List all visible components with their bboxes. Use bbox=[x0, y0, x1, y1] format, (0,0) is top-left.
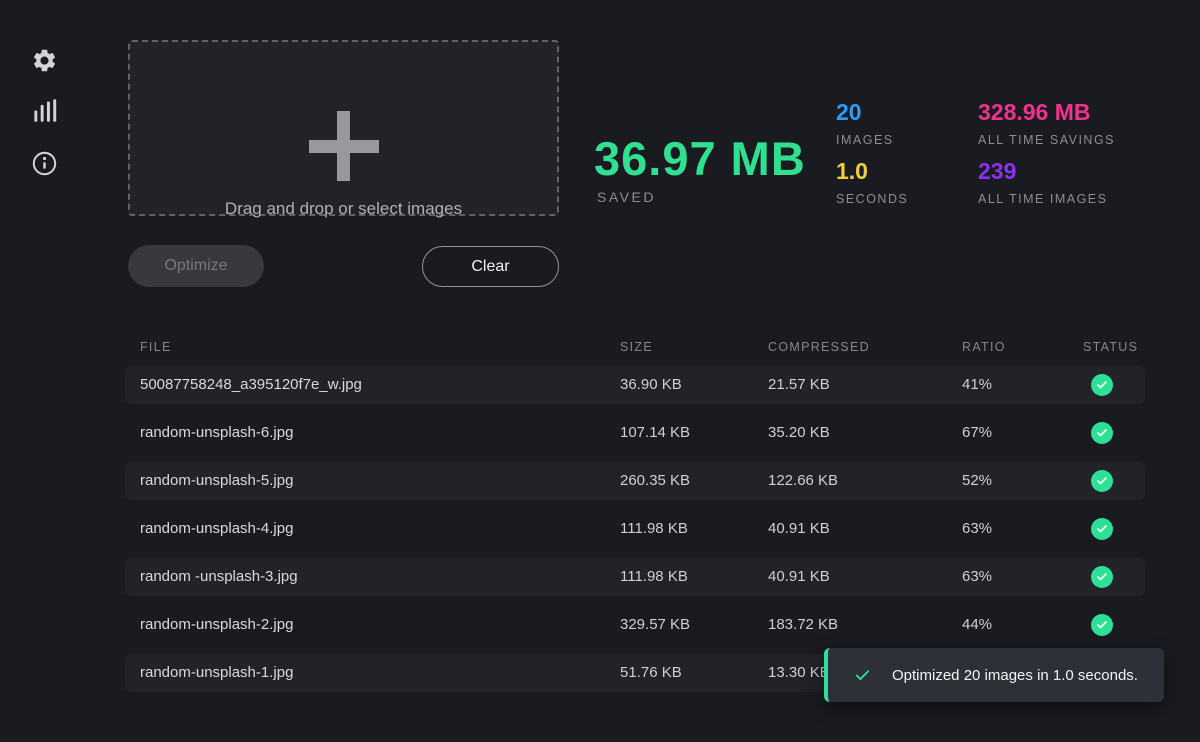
cell-size: 111.98 KB bbox=[620, 558, 688, 596]
cell-size: 329.57 KB bbox=[620, 606, 690, 644]
status-check-icon bbox=[1091, 422, 1113, 444]
cell-ratio: 67% bbox=[962, 414, 992, 452]
cell-compressed: 21.57 KB bbox=[768, 366, 830, 404]
file-table-body: 50087758248_a395120f7e_w.jpg 36.90 KB 21… bbox=[125, 366, 1145, 692]
cell-file: random-unsplash-1.jpg bbox=[140, 654, 293, 692]
cell-ratio: 41% bbox=[962, 366, 992, 404]
saved-label: SAVED bbox=[597, 189, 656, 205]
toast-notification: Optimized 20 images in 1.0 seconds. bbox=[824, 648, 1164, 702]
stat-alltime-savings-label: ALL TIME SAVINGS bbox=[978, 133, 1178, 147]
header-compressed: COMPRESSED bbox=[768, 340, 870, 354]
cell-status bbox=[1091, 614, 1113, 636]
table-row: random -unsplash-3.jpg 111.98 KB 40.91 K… bbox=[125, 558, 1145, 596]
status-check-icon bbox=[1091, 374, 1113, 396]
status-check-icon bbox=[1091, 614, 1113, 636]
cell-status bbox=[1091, 566, 1113, 588]
status-check-icon bbox=[1091, 566, 1113, 588]
cell-compressed: 122.66 KB bbox=[768, 462, 838, 500]
header-ratio: RATIO bbox=[962, 340, 1006, 354]
cell-file: random-unsplash-5.jpg bbox=[140, 462, 293, 500]
cell-status bbox=[1091, 518, 1113, 540]
cell-ratio: 52% bbox=[962, 462, 992, 500]
cell-compressed: 13.30 KB bbox=[768, 654, 830, 692]
header-status: STATUS bbox=[1083, 340, 1138, 354]
clear-button[interactable]: Clear bbox=[422, 246, 559, 287]
stat-alltime-images: 239 ALL TIME IMAGES bbox=[978, 158, 1178, 206]
cell-status bbox=[1091, 470, 1113, 492]
dropzone-label: Drag and drop or select images bbox=[130, 199, 557, 219]
cell-size: 111.98 KB bbox=[620, 510, 688, 548]
header-file: FILE bbox=[140, 340, 172, 354]
file-table-header: FILE SIZE COMPRESSED RATIO STATUS bbox=[125, 336, 1145, 366]
bar-chart-icon[interactable] bbox=[31, 97, 58, 124]
table-row: random-unsplash-4.jpg 111.98 KB 40.91 KB… bbox=[125, 510, 1145, 548]
cell-status bbox=[1091, 374, 1113, 396]
status-check-icon bbox=[1091, 470, 1113, 492]
toast-message: Optimized 20 images in 1.0 seconds. bbox=[892, 667, 1138, 684]
saved-amount: 36.97 MB bbox=[594, 131, 806, 186]
cell-file: random-unsplash-6.jpg bbox=[140, 414, 293, 452]
cell-file: random-unsplash-4.jpg bbox=[140, 510, 293, 548]
cell-size: 36.90 KB bbox=[620, 366, 682, 404]
optimize-button[interactable]: Optimize bbox=[128, 245, 264, 287]
stat-alltime-images-value: 239 bbox=[978, 158, 1178, 185]
info-icon[interactable] bbox=[31, 150, 58, 177]
cell-ratio: 44% bbox=[962, 606, 992, 644]
cell-size: 51.76 KB bbox=[620, 654, 682, 692]
table-row: random-unsplash-2.jpg 329.57 KB 183.72 K… bbox=[125, 606, 1145, 644]
cell-status bbox=[1091, 422, 1113, 444]
cell-file: 50087758248_a395120f7e_w.jpg bbox=[140, 366, 362, 404]
status-check-icon bbox=[1091, 518, 1113, 540]
cell-size: 260.35 KB bbox=[620, 462, 690, 500]
cell-compressed: 183.72 KB bbox=[768, 606, 838, 644]
cell-ratio: 63% bbox=[962, 558, 992, 596]
toast-check-icon bbox=[854, 667, 871, 684]
stat-alltime-images-label: ALL TIME IMAGES bbox=[978, 192, 1178, 206]
cell-file: random-unsplash-2.jpg bbox=[140, 606, 293, 644]
table-row: random-unsplash-6.jpg 107.14 KB 35.20 KB… bbox=[125, 414, 1145, 452]
header-size: SIZE bbox=[620, 340, 653, 354]
cell-compressed: 40.91 KB bbox=[768, 558, 830, 596]
sidebar bbox=[0, 0, 88, 742]
cell-ratio: 63% bbox=[962, 510, 992, 548]
cell-file: random -unsplash-3.jpg bbox=[140, 558, 298, 596]
table-row: 50087758248_a395120f7e_w.jpg 36.90 KB 21… bbox=[125, 366, 1145, 404]
settings-gear-icon[interactable] bbox=[31, 47, 58, 74]
stat-alltime-savings-value: 328.96 MB bbox=[978, 99, 1178, 126]
cell-compressed: 35.20 KB bbox=[768, 414, 830, 452]
image-dropzone[interactable]: Drag and drop or select images bbox=[128, 40, 559, 216]
stat-alltime-savings: 328.96 MB ALL TIME SAVINGS bbox=[978, 99, 1178, 147]
cell-compressed: 40.91 KB bbox=[768, 510, 830, 548]
cell-size: 107.14 KB bbox=[620, 414, 690, 452]
table-row: random-unsplash-5.jpg 260.35 KB 122.66 K… bbox=[125, 462, 1145, 500]
